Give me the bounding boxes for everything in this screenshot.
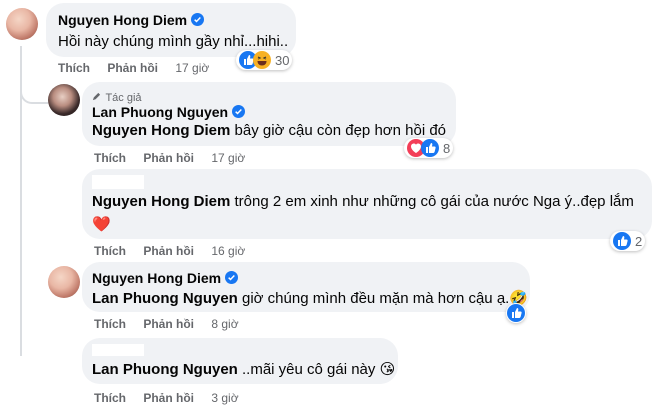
thread-branch <box>20 80 48 104</box>
mention-link[interactable]: Lan Phuong Nguyen <box>92 290 238 307</box>
pencil-icon <box>92 92 101 101</box>
commenter-name[interactable]: Nguyen Hong Diem <box>92 270 221 286</box>
comment-bubble: Nguyen Hong Diem trông 2 em xinh như nhữ… <box>82 169 652 239</box>
comment-text: ..mãi yêu cô gái này <box>242 361 376 378</box>
like-button[interactable]: Thích <box>94 244 126 258</box>
reply-button[interactable]: Phản hồi <box>143 317 194 331</box>
mention-link[interactable]: Nguyen Hong Diem <box>92 193 230 210</box>
like-reaction-icon <box>507 304 525 322</box>
like-reaction-icon <box>421 139 439 157</box>
reaction-count: 2 <box>635 233 643 249</box>
comment-text: Hồi này chúng mình gầy nhỉ...hihi.. <box>58 33 289 50</box>
reaction-summary[interactable]: 30 <box>236 50 293 70</box>
avatar[interactable] <box>6 8 38 40</box>
avatar[interactable] <box>48 84 80 116</box>
reply-button[interactable]: Phản hồi <box>143 244 194 258</box>
like-reaction-icon <box>613 232 631 250</box>
comment-bubble: Nguyen Hong Diem Hồi này chúng mình gầy … <box>46 3 296 57</box>
reaction-summary[interactable]: 2 <box>610 231 646 251</box>
comment-bubble: Tác giả Lan Phuong Nguyen Nguyen Hong Di… <box>82 82 456 146</box>
mention-link[interactable]: Lan Phuong Nguyen <box>92 361 238 378</box>
mention-link[interactable]: Nguyen Hong Diem <box>92 122 230 139</box>
kiss-emoji: 😘 <box>379 361 396 378</box>
verified-badge-icon <box>191 13 205 26</box>
comment-bubble: Nguyen Hong Diem Lan Phuong Nguyen giờ c… <box>82 262 530 312</box>
heart-emoji: ❤️ <box>92 216 111 233</box>
reaction-summary[interactable] <box>506 303 526 323</box>
reply-button[interactable]: Phản hồi <box>143 151 194 165</box>
like-button[interactable]: Thích <box>94 317 126 331</box>
reply-button[interactable]: Phản hồi <box>143 391 194 405</box>
comment-actions: Thích Phản hồi 17 giờ <box>58 61 223 75</box>
redacted-name <box>92 344 144 356</box>
comment-text: bây giờ cậu còn đẹp hơn hồi đó <box>234 122 447 139</box>
reaction-count: 30 <box>275 52 290 68</box>
redacted-name <box>92 175 144 189</box>
verified-badge-icon <box>232 105 246 118</box>
comment-actions: Thích Phản hồi 16 giờ <box>94 244 259 258</box>
comment-bubble: Lan Phuong Nguyen ..mãi yêu cô gái này 😘 <box>82 338 398 384</box>
comment-actions: Thích Phản hồi 8 giờ <box>94 317 253 331</box>
comment-text: trông 2 em xinh như những cô gái của nướ… <box>234 193 634 210</box>
comment-actions: Thích Phản hồi 3 giờ <box>94 391 253 405</box>
reaction-summary[interactable]: 8 <box>404 138 454 158</box>
commenter-name[interactable]: Nguyen Hong Diem <box>58 12 187 28</box>
avatar[interactable] <box>48 266 80 298</box>
comment-text: giờ chúng mình đều mặn mà hơn cậu ạ. <box>242 290 510 307</box>
timestamp[interactable]: 17 giờ <box>175 61 209 75</box>
like-button[interactable]: Thích <box>94 151 126 165</box>
verified-badge-icon <box>225 271 239 284</box>
reaction-count: 8 <box>443 140 451 156</box>
reply-button[interactable]: Phản hồi <box>107 61 158 75</box>
haha-reaction-icon <box>253 51 271 69</box>
timestamp[interactable]: 3 giờ <box>211 391 238 405</box>
like-button[interactable]: Thích <box>94 391 126 405</box>
timestamp[interactable]: 16 giờ <box>211 244 245 258</box>
like-button[interactable]: Thích <box>58 61 90 75</box>
timestamp[interactable]: 17 giờ <box>211 151 245 165</box>
author-badge: Tác giả <box>105 92 142 104</box>
commenter-name[interactable]: Lan Phuong Nguyen <box>92 104 228 120</box>
timestamp[interactable]: 8 giờ <box>211 317 238 331</box>
comment-actions: Thích Phản hồi 17 giờ <box>94 151 259 165</box>
